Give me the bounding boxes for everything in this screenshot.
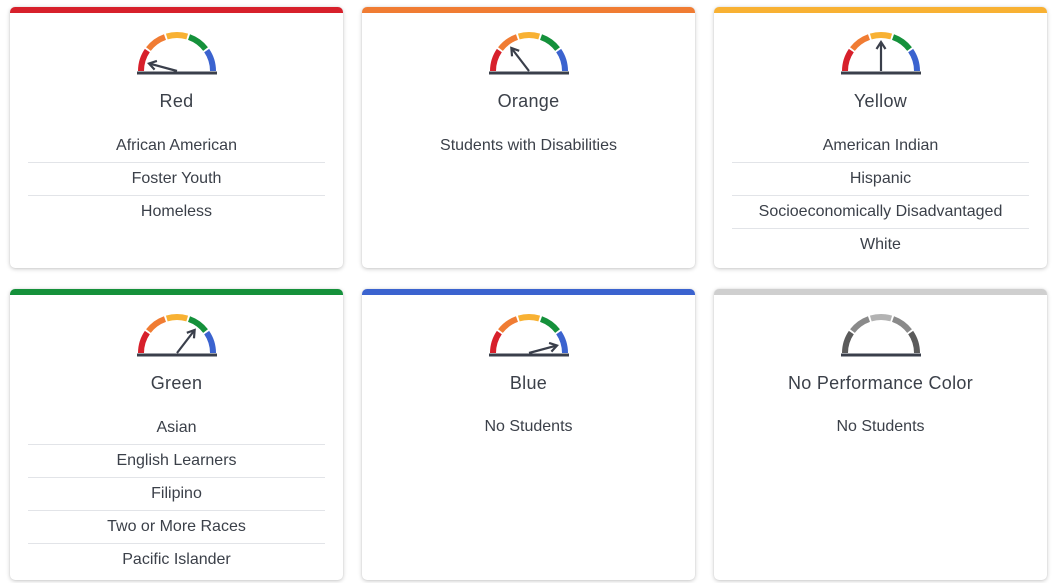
- card-yellow: Yellow American Indian Hispanic Socioeco…: [714, 7, 1047, 268]
- gauge-segment: [187, 316, 208, 334]
- no-students-text: No Students: [836, 418, 925, 435]
- card-color-bar: [714, 7, 1047, 13]
- gauge-segment: [539, 316, 560, 334]
- gauge-needle: [175, 329, 196, 354]
- gauge-segment: [165, 314, 188, 322]
- gauge-segment: [555, 330, 568, 354]
- gauge-segment: [849, 316, 870, 334]
- list-item: Socioeconomically Disadvantaged: [732, 196, 1029, 229]
- gauge-icon: [840, 314, 921, 357]
- gauge-segment: [869, 314, 892, 322]
- gauge-segment: [907, 330, 920, 354]
- gauge-icon: [488, 314, 569, 357]
- gauge-segment: [137, 48, 150, 72]
- gauge-segment: [907, 48, 920, 72]
- gauge-segment: [165, 32, 188, 40]
- list-item: Filipino: [28, 478, 325, 511]
- card-color-bar: [714, 289, 1047, 295]
- gauge-segment: [137, 330, 150, 354]
- list-item: American Indian: [732, 130, 1029, 163]
- card-color-bar: [10, 289, 343, 295]
- gauge-segment: [841, 48, 854, 72]
- list-item: English Learners: [28, 445, 325, 478]
- gauge-segment: [555, 48, 568, 72]
- gauge-icon: [840, 32, 921, 75]
- list-item: Foster Youth: [28, 163, 325, 196]
- card-green: Green Asian English Learners Filipino Tw…: [10, 289, 343, 580]
- student-group-list: American Indian Hispanic Socioeconomical…: [732, 130, 1029, 261]
- gauge-segment: [145, 34, 166, 52]
- student-group-list: Students with Disabilities: [380, 130, 677, 162]
- card-orange: Orange Students with Disabilities: [362, 7, 695, 268]
- card-title: Green: [150, 373, 203, 393]
- gauge-segment: [489, 48, 502, 72]
- list-item: Two or More Races: [28, 511, 325, 544]
- list-item: Asian: [28, 412, 325, 445]
- list-item: White: [860, 236, 901, 253]
- card-title: Red: [159, 91, 194, 111]
- gauge-icon: [136, 314, 217, 357]
- gauge-segment: [489, 330, 502, 354]
- gauge-segment: [849, 34, 870, 52]
- card-no-performance-color: No Performance Color No Students: [714, 289, 1047, 580]
- card-title: Blue: [509, 373, 548, 393]
- list-item: African American: [28, 130, 325, 163]
- gauge-segment: [869, 32, 892, 40]
- gauge-segment: [891, 316, 912, 334]
- student-group-list: Asian English Learners Filipino Two or M…: [28, 412, 325, 576]
- card-title: Yellow: [853, 91, 908, 111]
- gauge-needle: [509, 47, 530, 72]
- gauge-segment: [497, 34, 518, 52]
- gauge-segment: [517, 32, 540, 40]
- card-color-bar: [10, 7, 343, 13]
- card-red: Red African American Foster Youth Homele…: [10, 7, 343, 268]
- card-color-bar: [362, 7, 695, 13]
- student-group-list: African American Foster Youth Homeless: [28, 130, 325, 228]
- card-title: Orange: [497, 91, 560, 111]
- gauge-segment: [203, 330, 216, 354]
- card-blue: Blue No Students: [362, 289, 695, 580]
- list-item: Hispanic: [732, 163, 1029, 196]
- gauge-segment: [539, 34, 560, 52]
- card-title: No Performance Color: [787, 373, 974, 393]
- gauge-segment: [891, 34, 912, 52]
- list-item: Pacific Islander: [122, 551, 231, 568]
- gauge-segment: [203, 48, 216, 72]
- gauge-segment: [841, 330, 854, 354]
- gauge-segment: [145, 316, 166, 334]
- gauge-segment: [517, 314, 540, 322]
- gauge-icon: [136, 32, 217, 75]
- list-item: Students with Disabilities: [440, 137, 617, 154]
- gauge-segment: [187, 34, 208, 52]
- no-students-text: No Students: [484, 418, 573, 435]
- gauge-segment: [497, 316, 518, 334]
- performance-color-grid: Red African American Foster Youth Homele…: [0, 0, 1052, 583]
- list-item: Homeless: [140, 203, 213, 220]
- gauge-icon: [488, 32, 569, 75]
- card-color-bar: [362, 289, 695, 295]
